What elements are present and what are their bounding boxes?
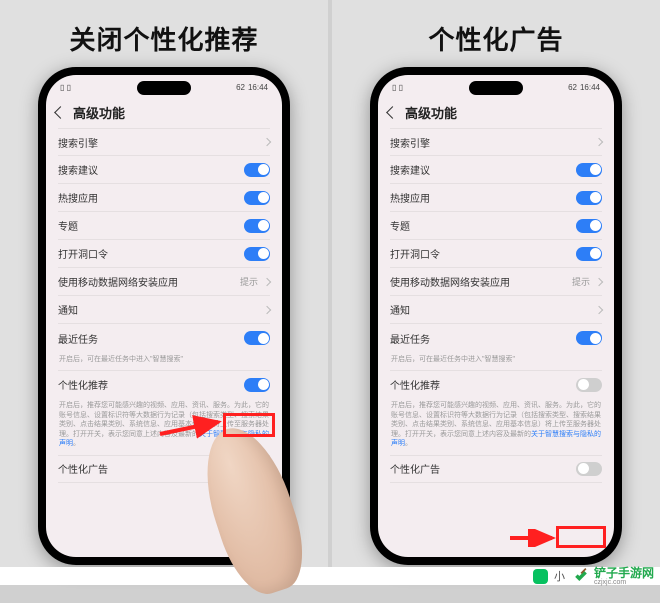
footer-wechat-text: 小 [554,568,565,584]
personal-reco-sub: 开启后，推荐您可能感兴趣的视频、应用、资讯、服务。为此，它的账号信息、设置标识符… [58,398,270,454]
back-icon[interactable] [54,106,67,119]
toggle-special[interactable] [244,219,270,233]
row-special[interactable]: 专题 [390,212,602,240]
recent-tasks-sub: 开启后，可在最近任务中进入"智慧搜索" [390,352,602,370]
site-badge: 铲子手游网 czjxjc.com [571,566,654,586]
chevron-right-icon [263,138,271,146]
row-label: 个性化广告 [58,461,108,476]
row-label: 使用移动数据网络安装应用 [58,274,178,289]
toggle-recent-tasks[interactable] [576,331,602,345]
toggle-keyword[interactable] [244,247,270,261]
chevron-right-icon [595,305,603,313]
row-search-suggest[interactable]: 搜索建议 [390,156,602,184]
row-recent-tasks[interactable]: 最近任务 [390,324,602,352]
toggle-hot-apps[interactable] [576,191,602,205]
right-panel-title: 个性化广告 [332,20,660,57]
chevron-right-icon [263,277,271,285]
battery-text: 62 [236,83,245,92]
phone-right: ▯ ▯ 62 16:44 高级功能 搜索引擎 搜索 [370,67,622,565]
page-title: 高级功能 [73,103,125,122]
row-label: 热搜应用 [390,190,430,205]
row-label: 个性化推荐 [390,377,440,392]
carrier-text: ▯ ▯ [60,83,71,92]
brand-name: 铲子手游网 [594,567,654,579]
chevron-right-icon [263,305,271,313]
row-mobile-data-install[interactable]: 使用移动数据网络安装应用 提示 [390,268,602,296]
row-search-engine[interactable]: 搜索引擎 [390,128,602,156]
screen-right: ▯ ▯ 62 16:44 高级功能 搜索引擎 搜索 [378,75,614,557]
shovel-icon [571,566,591,586]
chevron-right-icon [595,277,603,285]
chevron-right-icon [595,138,603,146]
row-special[interactable]: 专题 [58,212,270,240]
row-label: 搜索引擎 [58,135,98,150]
right-panel: 个性化广告 ▯ ▯ 62 16:44 高级功能 搜索引擎 [332,0,660,567]
row-label: 打开洞口令 [58,246,108,261]
row-search-engine[interactable]: 搜索引擎 [58,128,270,156]
hint-text: 提示 [572,275,590,288]
row-label: 搜索引擎 [390,135,430,150]
row-notify[interactable]: 通知 [58,296,270,324]
row-label: 热搜应用 [58,190,98,205]
row-label: 通知 [58,302,78,317]
row-label: 搜索建议 [58,162,98,177]
toggle-keyword[interactable] [576,247,602,261]
footer-bar: 小 铲子手游网 czjxjc.com [0,567,660,585]
left-panel-title: 关闭个性化推荐 [0,20,328,57]
row-personal-ads[interactable]: 个性化广告 [58,455,270,483]
settings-list: 搜索引擎 搜索建议 热搜应用 专题 [46,128,282,483]
left-panel: 关闭个性化推荐 ▯ ▯ 62 16:44 高级功能 搜索引擎 [0,0,328,567]
toggle-personal-reco[interactable] [244,378,270,392]
screen-left: ▯ ▯ 62 16:44 高级功能 搜索引擎 搜索 [46,75,282,557]
back-icon[interactable] [386,106,399,119]
row-mobile-data-install[interactable]: 使用移动数据网络安装应用 提示 [58,268,270,296]
row-personal-reco[interactable]: 个性化推荐 [58,370,270,398]
row-label: 专题 [390,218,410,233]
row-notify[interactable]: 通知 [390,296,602,324]
toggle-hot-apps[interactable] [244,191,270,205]
battery-text: 62 [568,83,577,92]
row-keyword[interactable]: 打开洞口令 [58,240,270,268]
row-label: 打开洞口令 [390,246,440,261]
row-recent-tasks[interactable]: 最近任务 [58,324,270,352]
row-personal-ads[interactable]: 个性化广告 [390,455,602,483]
page-header: 高级功能 [378,99,614,128]
wechat-icon [533,569,548,584]
page-title: 高级功能 [405,103,457,122]
page-header: 高级功能 [46,99,282,128]
toggle-search-suggest[interactable] [576,163,602,177]
row-label: 最近任务 [58,331,98,346]
toggle-personal-reco[interactable] [576,378,602,392]
brand-url: czjxjc.com [594,579,654,586]
row-label: 专题 [58,218,78,233]
settings-list: 搜索引擎 搜索建议 热搜应用 专题 [378,128,614,483]
toggle-personal-ads[interactable] [576,462,602,476]
hint-text: 提示 [240,275,258,288]
row-hot-apps[interactable]: 热搜应用 [58,184,270,212]
row-personal-reco[interactable]: 个性化推荐 [390,370,602,398]
carrier-text: ▯ ▯ [392,83,403,92]
toggle-recent-tasks[interactable] [244,331,270,345]
recent-tasks-sub: 开启后，可在最近任务中进入"智慧搜索" [58,352,270,370]
row-search-suggest[interactable]: 搜索建议 [58,156,270,184]
row-label: 最近任务 [390,331,430,346]
time-text: 16:44 [248,83,268,92]
time-text: 16:44 [580,83,600,92]
camera-cutout [137,81,191,95]
row-label: 个性化广告 [390,461,440,476]
toggle-personal-ads[interactable] [244,462,270,476]
phone-left: ▯ ▯ 62 16:44 高级功能 搜索引擎 搜索 [38,67,290,565]
row-label: 个性化推荐 [58,377,108,392]
toggle-special[interactable] [576,219,602,233]
personal-reco-sub: 开启后，推荐您可能感兴趣的视频、应用、资讯、服务。为此，它的账号信息、设置标识符… [390,398,602,454]
row-label: 搜索建议 [390,162,430,177]
row-hot-apps[interactable]: 热搜应用 [390,184,602,212]
camera-cutout [469,81,523,95]
row-label: 通知 [390,302,410,317]
toggle-search-suggest[interactable] [244,163,270,177]
row-label: 使用移动数据网络安装应用 [390,274,510,289]
row-keyword[interactable]: 打开洞口令 [390,240,602,268]
